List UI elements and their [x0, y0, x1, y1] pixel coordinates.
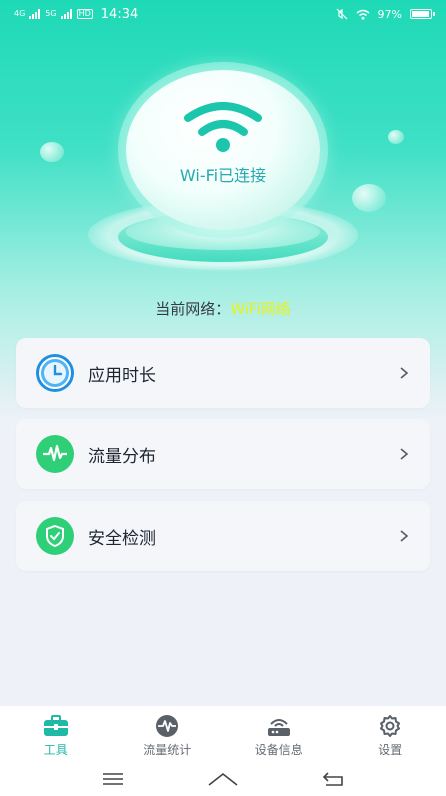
decorative-bubble	[352, 184, 386, 212]
home-icon[interactable]	[207, 771, 239, 787]
tab-settings[interactable]: 设置	[340, 714, 440, 758]
status-bar: 4G 5G HD 14:34 97%	[0, 0, 446, 28]
decorative-bubble	[388, 130, 404, 144]
battery-percent: 97%	[377, 7, 402, 21]
toolbox-icon	[42, 714, 70, 738]
menu-item-security-check[interactable]: 安全检测	[16, 501, 430, 571]
menu-item-label: 安全检测	[88, 528, 156, 549]
menu-item-label: 应用时长	[88, 365, 156, 386]
bottom-tab-bar: 工具 流量统计 设备信息 设置	[0, 706, 446, 762]
signal-icon	[29, 9, 41, 19]
chevron-right-icon	[400, 367, 409, 379]
tab-label: 设备信息	[254, 743, 303, 757]
tab-tools[interactable]: 工具	[6, 714, 106, 758]
network-indicator-4g: 4G	[14, 9, 26, 18]
menu-item-app-usage[interactable]: 应用时长	[16, 338, 430, 408]
wifi-icon	[184, 102, 262, 152]
current-network: 当前网络：WiFi网络	[0, 298, 446, 319]
decorative-bubble	[40, 142, 64, 162]
network-indicator-5g: 5G	[45, 9, 57, 18]
tab-traffic-stats[interactable]: 流量统计	[117, 714, 217, 758]
hd-indicator: HD	[76, 9, 93, 19]
router-icon	[265, 714, 293, 738]
mute-icon	[336, 8, 347, 20]
status-time: 14:34	[100, 6, 139, 22]
menu-item-traffic-distribution[interactable]: 流量分布	[16, 419, 430, 489]
wifi-status-icon	[356, 9, 370, 20]
chevron-right-icon	[400, 530, 409, 542]
tab-device-info[interactable]: 设备信息	[229, 714, 329, 758]
current-network-value: WiFi网络	[230, 300, 291, 318]
back-icon[interactable]	[322, 771, 344, 787]
wifi-status-orb[interactable]: Wi-Fi已连接	[126, 70, 320, 230]
gear-icon	[376, 714, 404, 738]
menu-item-label: 流量分布	[88, 446, 156, 467]
pulse-icon	[36, 435, 74, 473]
current-network-prefix: 当前网络：	[155, 300, 231, 318]
pulse-icon	[153, 714, 181, 738]
menu-icon[interactable]	[102, 772, 124, 786]
signal-icon-2	[60, 9, 72, 19]
battery-icon	[410, 9, 435, 19]
clock-icon	[36, 354, 74, 392]
tab-label: 流量统计	[143, 743, 192, 757]
shield-icon	[36, 517, 74, 555]
chevron-right-icon	[400, 448, 409, 460]
tab-label: 设置	[378, 743, 403, 757]
wifi-connected-label: Wi-Fi已连接	[179, 166, 267, 185]
tab-label: 工具	[43, 743, 68, 757]
system-navigation-bar	[0, 762, 446, 796]
